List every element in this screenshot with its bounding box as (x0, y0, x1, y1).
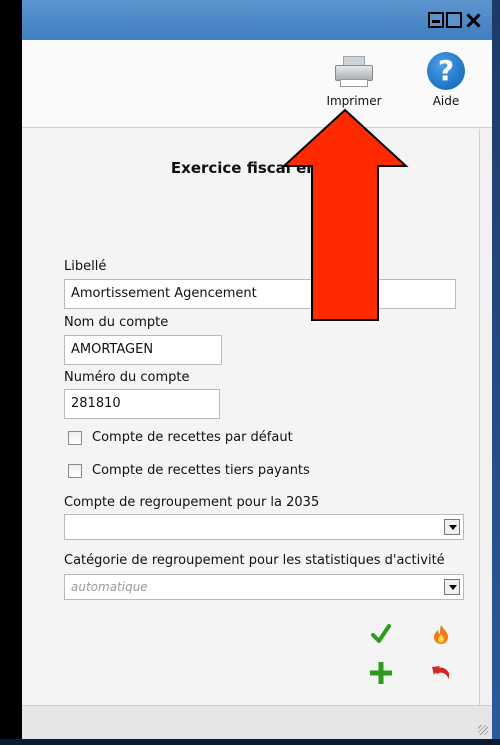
flame-icon[interactable] (430, 623, 452, 645)
recettes-defaut-label: Compte de recettes par défaut (92, 430, 293, 445)
regroupement-2035-label: Compte de regroupement pour la 2035 (64, 495, 320, 510)
close-button[interactable] (464, 12, 482, 28)
recettes-tiers-checkbox[interactable] (68, 463, 82, 478)
page-title: Exercice fiscal en c (170, 159, 332, 177)
numero-compte-label: Numéro du compte (64, 370, 190, 385)
checkbox-recettes-defaut-row[interactable]: Compte de recettes par défaut (68, 430, 293, 445)
categorie-value: automatique (71, 580, 148, 594)
toolbar: Imprimer ? Aide (22, 40, 492, 128)
printer-icon (332, 52, 376, 90)
app-window: Imprimer ? Aide Exercice fiscal en c Lib… (22, 0, 492, 739)
desktop-bottom-edge (0, 739, 500, 745)
recettes-defaut-checkbox[interactable] (68, 430, 82, 445)
desktop-left-edge (0, 0, 22, 745)
recettes-tiers-label: Compte de recettes tiers payants (92, 463, 310, 478)
chevron-down-icon[interactable] (444, 519, 460, 535)
chevron-down-icon[interactable] (444, 579, 460, 595)
help-icon: ? (427, 52, 465, 90)
print-button[interactable]: Imprimer (324, 52, 384, 108)
status-bar (22, 705, 492, 739)
categorie-select[interactable]: automatique (64, 574, 464, 600)
checkbox-recettes-tiers-row[interactable]: Compte de recettes tiers payants (68, 463, 310, 478)
minimize-button[interactable] (428, 12, 444, 28)
regroupement-2035-select[interactable] (64, 514, 464, 540)
window-controls (426, 12, 482, 28)
maximize-button[interactable] (446, 12, 462, 28)
undo-icon[interactable] (430, 662, 452, 684)
form-panel: Exercice fiscal en c Libellé Amortisseme… (22, 129, 480, 705)
resize-grip-icon[interactable] (478, 725, 488, 735)
desktop-right-edge (492, 0, 500, 745)
categorie-label: Catégorie de regroupement pour les stati… (64, 553, 445, 568)
nom-compte-input[interactable]: AMORTAGEN (64, 335, 222, 365)
numero-compte-input[interactable]: 281810 (64, 389, 220, 419)
check-icon[interactable] (370, 623, 392, 645)
title-bar (22, 0, 492, 40)
plus-icon[interactable] (370, 662, 392, 684)
nom-compte-label: Nom du compte (64, 315, 169, 330)
help-label: Aide (432, 94, 460, 108)
libelle-label: Libellé (64, 259, 107, 274)
annotation-arrow-icon (281, 108, 409, 321)
print-label: Imprimer (326, 94, 382, 108)
help-button[interactable]: ? Aide (416, 52, 476, 108)
